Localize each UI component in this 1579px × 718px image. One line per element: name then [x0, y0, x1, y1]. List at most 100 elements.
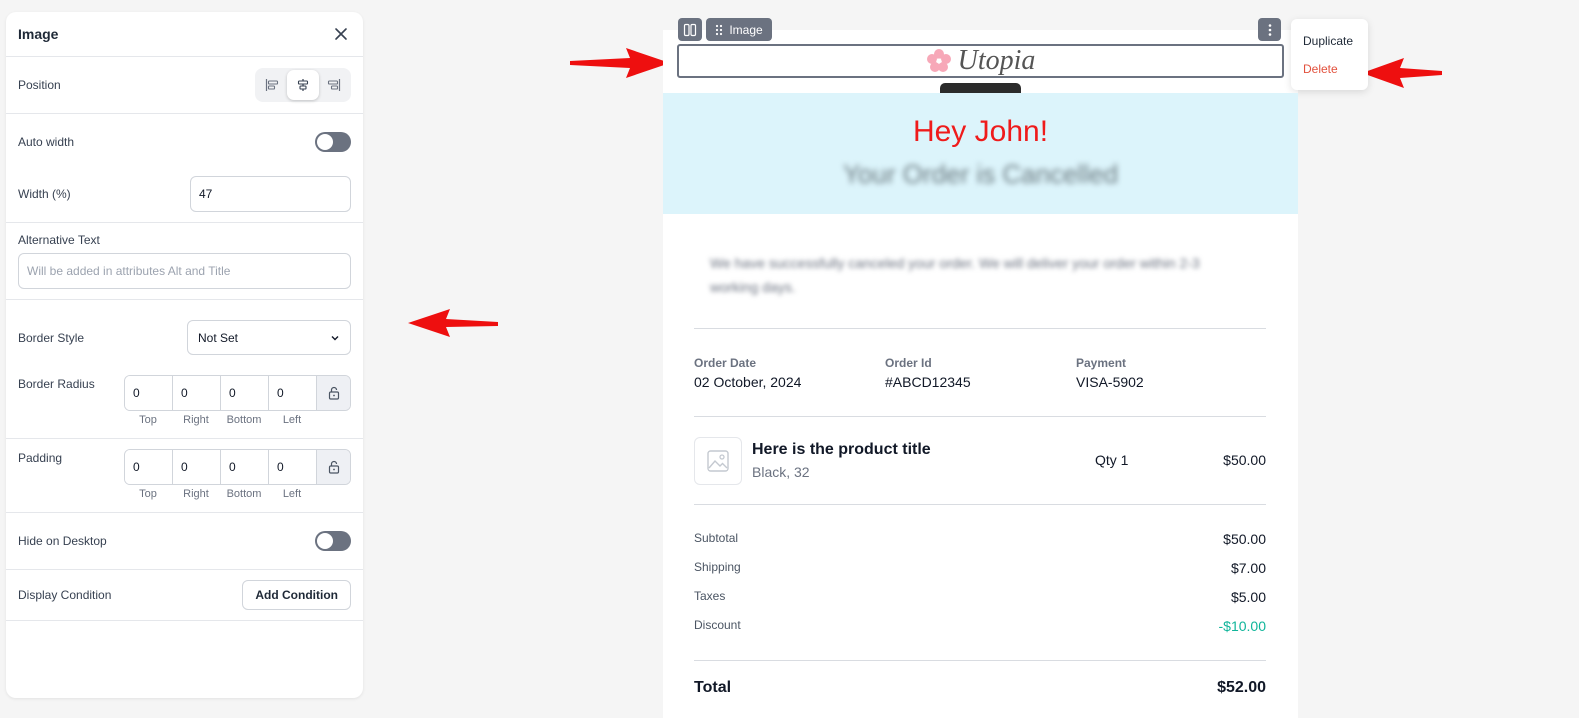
border-block: Border Style Not Set Border Radius 0 0 0…: [6, 300, 363, 438]
side-label-left: Left: [282, 488, 302, 500]
block-context-menu: Duplicate Delete: [1291, 19, 1368, 90]
subtotal-value: $50.00: [1223, 531, 1266, 547]
annotation-arrow-left: [1362, 58, 1442, 88]
payment-block: Payment VISA-5902: [1076, 356, 1144, 390]
padding-top-input[interactable]: [125, 450, 173, 484]
side-label-right: Right: [183, 488, 209, 500]
border-style-label: Border Style: [18, 330, 85, 345]
align-center-icon[interactable]: [287, 70, 319, 100]
duplicate-menu-item[interactable]: Duplicate: [1303, 27, 1356, 55]
border-style-select[interactable]: Not Set: [187, 320, 351, 355]
padding-right-input[interactable]: [173, 450, 221, 484]
side-label-bottom: Bottom: [226, 488, 262, 500]
payment-value: VISA-5902: [1076, 374, 1144, 390]
border-radius-bottom-input[interactable]: [221, 376, 269, 410]
position-segmented-control: [255, 68, 351, 102]
taxes-value: $5.00: [1230, 589, 1266, 605]
hero-subtitle: Your Order is Cancelled: [842, 159, 1119, 189]
annotation-arrow-left: [408, 309, 498, 337]
panel-header: Image: [6, 12, 363, 57]
display-condition-row: Display Condition Add Condition: [6, 570, 363, 620]
subtotal-row: Subtotal $50.00: [694, 531, 1266, 547]
padding-label: Padding: [18, 451, 63, 465]
hero-section: Hey John! Your Order is Cancelled: [663, 93, 1298, 214]
shipping-value: $7.00: [1230, 560, 1266, 576]
hide-desktop-label: Hide on Desktop: [18, 534, 107, 548]
border-radius-left-input[interactable]: [269, 376, 317, 410]
display-condition-label: Display Condition: [18, 588, 112, 602]
width-input[interactable]: [190, 176, 351, 212]
order-date-block: Order Date 02 October, 2024: [694, 356, 801, 390]
auto-width-toggle[interactable]: [315, 132, 351, 152]
border-radius-right-input[interactable]: [173, 376, 221, 410]
selected-image-block[interactable]: Utopia: [677, 44, 1284, 78]
alt-text-label: Alternative Text: [18, 233, 100, 247]
side-label-top: Top: [139, 488, 157, 500]
discount-label: Discount: [694, 618, 741, 632]
total-label: Total: [694, 679, 732, 696]
columns-icon[interactable]: [678, 18, 702, 41]
payment-label: Payment: [1076, 356, 1127, 370]
logo-text: Utopia: [957, 45, 1036, 76]
annotation-arrow-right: [570, 48, 670, 78]
shipping-row: Shipping $7.00: [694, 560, 1266, 576]
add-condition-button[interactable]: Add Condition: [242, 580, 351, 610]
more-options-icon[interactable]: [1258, 18, 1281, 41]
order-id-block: Order Id #ABCD12345: [885, 356, 971, 390]
hide-desktop-row: Hide on Desktop: [6, 513, 363, 569]
auto-width-row: Auto width: [6, 114, 363, 170]
chevron-down-icon: [331, 335, 339, 340]
close-icon[interactable]: [331, 24, 351, 44]
side-label-top: Top: [139, 414, 157, 426]
product-variant: Black, 32: [752, 464, 810, 480]
image-settings-panel: Image Position Auto width Width (%) 47 A…: [6, 12, 363, 698]
divider: [694, 328, 1266, 329]
lock-icon[interactable]: [317, 450, 350, 484]
delete-menu-item[interactable]: Delete: [1303, 55, 1356, 83]
subtotal-label: Subtotal: [694, 531, 739, 545]
panel-title: Image: [18, 26, 59, 42]
order-date-label: Order Date: [694, 356, 757, 370]
side-label-bottom: Bottom: [226, 414, 262, 426]
padding-bottom-input[interactable]: [221, 450, 269, 484]
width-label: Width (%): [18, 187, 71, 201]
product-qty: Qty 1: [1095, 452, 1129, 468]
discount-value: -$10.00: [1218, 618, 1266, 634]
drag-handle-icon[interactable]: [715, 24, 723, 36]
padding-left-input[interactable]: [269, 450, 317, 484]
taxes-label: Taxes: [694, 589, 726, 603]
padding-block: Padding Top Right Bottom: [6, 439, 363, 512]
border-radius-label: Border Radius: [18, 377, 95, 391]
hide-desktop-toggle[interactable]: [315, 531, 351, 551]
product-price: $50.00: [1223, 452, 1266, 468]
intro-paragraph: We have successfully canceled your order…: [710, 255, 1200, 295]
total-value: $52.00: [1217, 679, 1266, 696]
divider: [694, 504, 1266, 505]
order-date-value: 02 October, 2024: [694, 374, 802, 390]
width-row: Width (%): [6, 166, 363, 222]
divider: [694, 416, 1266, 417]
auto-width-label: Auto width: [18, 135, 75, 149]
block-type-chip[interactable]: Image: [706, 18, 772, 41]
position-label: Position: [18, 78, 61, 92]
shipping-label: Shipping: [694, 560, 741, 574]
order-id-value: #ABCD12345: [885, 374, 971, 390]
alt-text-block: Alternative Text: [6, 223, 363, 299]
lock-icon[interactable]: [317, 376, 350, 410]
product-title: Here is the product title: [752, 441, 931, 458]
total-row: Total $52.00: [694, 679, 1266, 697]
align-right-icon[interactable]: [319, 70, 349, 100]
discount-row: Discount -$10.00: [694, 618, 1266, 634]
align-left-icon[interactable]: [257, 70, 287, 100]
hero-title: Hey John!: [912, 115, 1049, 148]
divider: [694, 660, 1266, 661]
side-label-left: Left: [282, 414, 302, 426]
image-placeholder-icon: [707, 450, 729, 472]
position-row: Position: [6, 57, 363, 113]
order-id-label: Order Id: [885, 356, 932, 370]
flower-logo-icon: [926, 49, 951, 72]
border-radius-top-input[interactable]: [125, 376, 173, 410]
alt-text-input[interactable]: [18, 253, 351, 289]
product-image-placeholder: [694, 437, 742, 485]
taxes-row: Taxes $5.00: [694, 589, 1266, 605]
